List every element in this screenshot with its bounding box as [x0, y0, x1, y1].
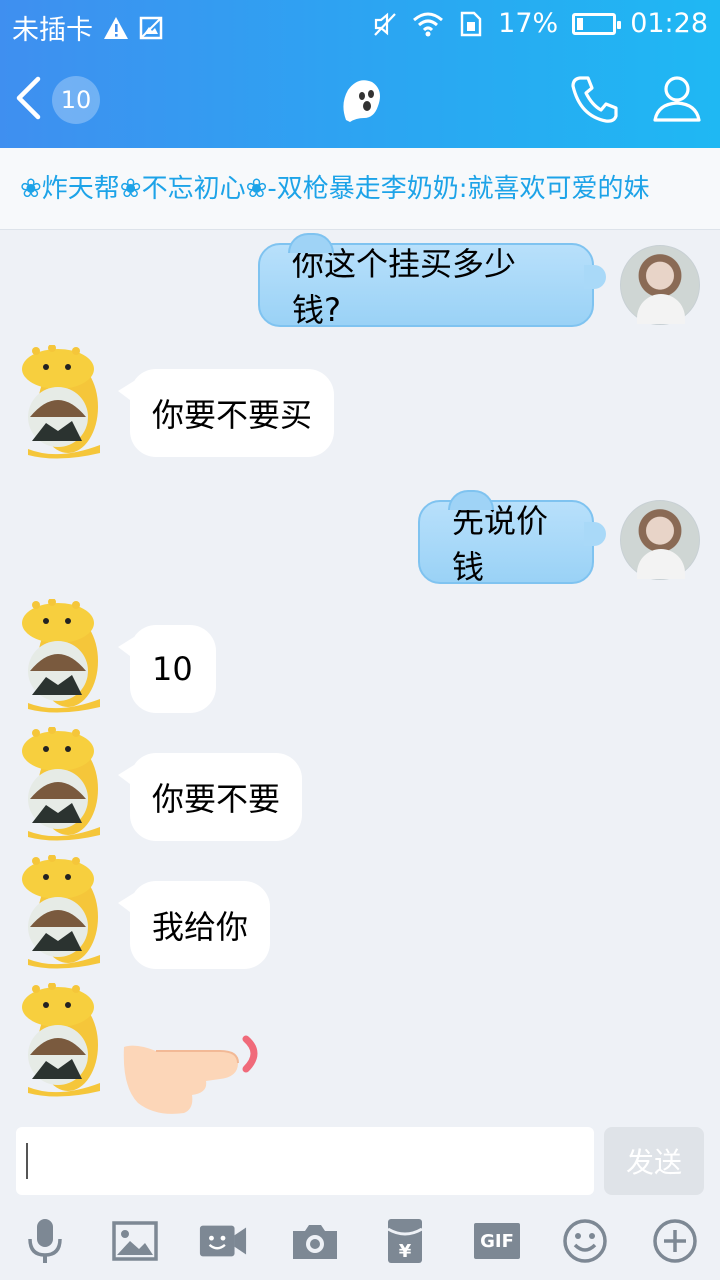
gif-icon[interactable]: GIF: [472, 1216, 522, 1266]
sim-icon: [458, 11, 484, 37]
text-caret: [26, 1143, 28, 1179]
mute-icon: [372, 11, 398, 37]
friend-avatar[interactable]: [16, 599, 108, 715]
nav-bar: 10: [0, 50, 720, 148]
message-row: 先说价钱: [0, 486, 720, 596]
top-header: 未插卡 17% 01:28 10: [0, 0, 720, 148]
plus-icon[interactable]: [650, 1216, 700, 1266]
friend-message-bubble[interactable]: 你要不要: [118, 753, 302, 841]
carrier-label: 未插卡: [12, 15, 93, 46]
friend-avatar[interactable]: [16, 855, 108, 971]
battery-percent: 17%: [498, 8, 559, 39]
chat-area[interactable]: 你这个挂买多少钱? 你要不要买 先说价钱 10 你要不要 我给你: [0, 231, 720, 1121]
back-icon: [14, 76, 42, 124]
message-row: 你要不要: [0, 727, 720, 855]
back-button[interactable]: 10: [14, 72, 114, 128]
my-avatar[interactable]: [620, 500, 700, 580]
gif-label: GIF: [474, 1223, 520, 1259]
friend-message-bubble[interactable]: 你要不要买: [118, 369, 334, 457]
message-row: 你这个挂买多少钱?: [0, 231, 720, 341]
input-bar: 发送: [0, 1121, 720, 1201]
group-notice-banner[interactable]: ❀炸天帮❀不忘初心❀-双枪暴走李奶奶:就喜欢可爱的妹: [0, 148, 720, 230]
friend-avatar[interactable]: [16, 345, 108, 461]
image-icon[interactable]: [110, 1216, 160, 1266]
friend-avatar[interactable]: [16, 727, 108, 843]
warning-icon: [103, 16, 129, 40]
emoji-icon[interactable]: [560, 1216, 610, 1266]
message-text: 10: [152, 650, 193, 688]
bottom-toolbar: ¥ GIF: [0, 1202, 720, 1280]
message-row: 10: [0, 599, 720, 727]
message-text: 你要不要: [152, 780, 281, 818]
my-message-bubble[interactable]: 先说价钱: [418, 490, 606, 586]
message-row: [0, 983, 720, 1119]
mic-icon[interactable]: [20, 1216, 70, 1266]
unread-count-badge: 10: [52, 76, 100, 124]
my-avatar[interactable]: [620, 245, 700, 325]
user-icon: [653, 76, 701, 122]
image-blocked-icon: [139, 16, 163, 40]
red-packet-icon[interactable]: ¥: [380, 1216, 430, 1266]
profile-button[interactable]: [650, 72, 704, 126]
ghost-icon[interactable]: [336, 74, 386, 124]
battery-icon: [572, 12, 622, 35]
pointing-hand-sticker[interactable]: [116, 1017, 266, 1117]
friend-message-bubble[interactable]: 我给你: [118, 881, 270, 969]
friend-avatar[interactable]: [16, 983, 108, 1099]
red-packet-label: ¥: [399, 1241, 412, 1262]
friend-message-bubble[interactable]: 10: [118, 625, 216, 713]
phone-call-button[interactable]: [568, 72, 622, 126]
status-bar: 未插卡 17% 01:28: [0, 0, 720, 50]
phone-icon: [571, 76, 618, 123]
camera-icon[interactable]: [290, 1216, 340, 1266]
my-message-bubble[interactable]: 你这个挂买多少钱?: [258, 233, 606, 329]
message-row: 你要不要买: [0, 341, 720, 471]
message-text: 你要不要买: [152, 396, 313, 434]
clock: 01:28: [630, 8, 708, 39]
wifi-icon: [412, 11, 444, 37]
send-button[interactable]: 发送: [604, 1127, 704, 1195]
message-input[interactable]: [16, 1127, 594, 1195]
video-call-icon[interactable]: [198, 1216, 248, 1266]
message-text: 我给你: [152, 908, 249, 946]
message-row: 我给你: [0, 855, 720, 983]
